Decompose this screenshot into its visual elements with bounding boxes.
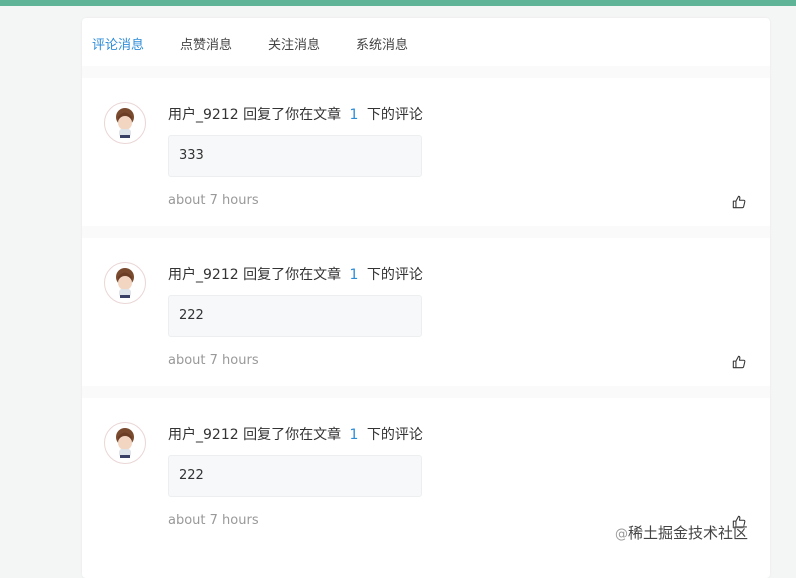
tab-likes[interactable]: 点赞消息: [180, 34, 232, 53]
article-link[interactable]: 1: [350, 107, 359, 123]
message-panel: 评论消息 点赞消息 关注消息 系统消息 用户_9212 回复了你在文章 1 下的…: [82, 18, 770, 578]
article-link[interactable]: 1: [350, 267, 359, 283]
message-item: 用户_9212 回复了你在文章 1 下的评论 333 about 7 hours: [82, 78, 770, 236]
top-accent-bar: [0, 0, 796, 6]
timestamp: about 7 hours: [168, 193, 259, 208]
watermark-at: @: [615, 527, 628, 542]
message-title: 用户_9212 回复了你在文章 1 下的评论: [168, 104, 423, 124]
timestamp: about 7 hours: [168, 513, 259, 528]
watermark: @稀土掘金技术社区: [615, 522, 748, 543]
thumbs-up-icon[interactable]: [732, 354, 746, 369]
username[interactable]: 用户_9212: [168, 267, 239, 283]
username[interactable]: 用户_9212: [168, 427, 239, 443]
avatar-image: [116, 428, 134, 458]
watermark-text: 稀土掘金技术社区: [628, 524, 749, 542]
message-title: 用户_9212 回复了你在文章 1 下的评论: [168, 264, 423, 284]
divider: [82, 226, 770, 238]
suffix-text: 下的评论: [366, 267, 423, 283]
user-avatar[interactable]: [104, 102, 146, 144]
avatar-image: [116, 108, 134, 138]
avatar-image: [116, 268, 134, 298]
action-text: 回复了你在文章: [243, 107, 342, 123]
divider: [82, 66, 770, 78]
message-tabs: 评论消息 点赞消息 关注消息 系统消息: [82, 18, 770, 67]
thumbs-up-icon[interactable]: [732, 194, 746, 209]
article-link[interactable]: 1: [350, 427, 359, 443]
action-text: 回复了你在文章: [243, 267, 342, 283]
tab-system[interactable]: 系统消息: [356, 34, 408, 53]
user-avatar[interactable]: [104, 262, 146, 304]
username[interactable]: 用户_9212: [168, 107, 239, 123]
timestamp: about 7 hours: [168, 353, 259, 368]
message-item: 用户_9212 回复了你在文章 1 下的评论 222 about 7 hours: [82, 238, 770, 396]
action-text: 回复了你在文章: [243, 427, 342, 443]
tab-comments[interactable]: 评论消息: [92, 34, 144, 53]
divider: [82, 386, 770, 398]
suffix-text: 下的评论: [366, 107, 423, 123]
user-avatar[interactable]: [104, 422, 146, 464]
tab-follows[interactable]: 关注消息: [268, 34, 320, 53]
comment-content: 222: [168, 295, 422, 337]
comment-content: 222: [168, 455, 422, 497]
suffix-text: 下的评论: [366, 427, 423, 443]
comment-content: 333: [168, 135, 422, 177]
message-title: 用户_9212 回复了你在文章 1 下的评论: [168, 424, 423, 444]
